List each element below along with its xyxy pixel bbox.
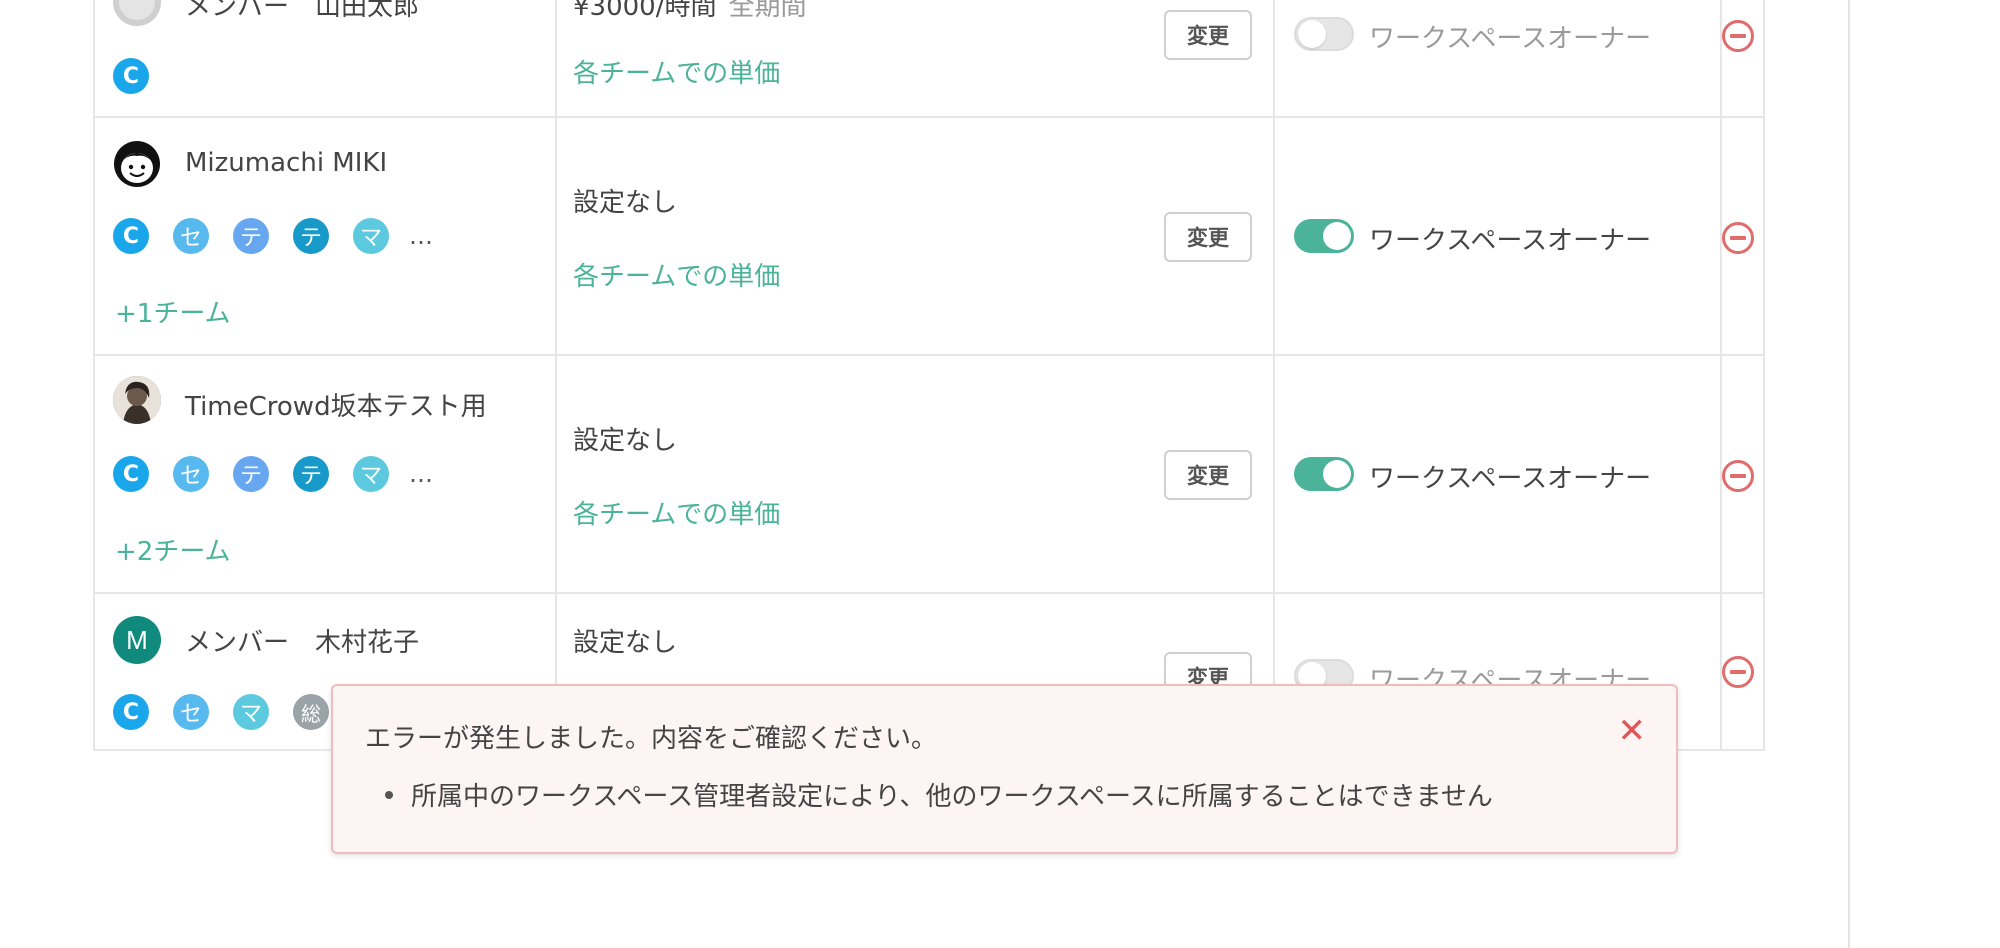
owner-toggle[interactable] bbox=[1294, 219, 1354, 253]
team-te-icon[interactable]: テ bbox=[233, 456, 269, 492]
hourly-rate-value: 設定なし bbox=[573, 188, 678, 218]
more-teams-icon[interactable]: … bbox=[409, 222, 435, 250]
hourly-rate: ¥3000/時間 全期間 bbox=[573, 0, 807, 23]
column-divider bbox=[1273, 0, 1275, 118]
team-icons: C セ テ テ マ … bbox=[113, 218, 435, 254]
extra-teams-link[interactable]: +2チーム bbox=[115, 531, 231, 568]
close-icon[interactable]: ✕ bbox=[1618, 714, 1647, 748]
avatar: M bbox=[113, 616, 161, 664]
owner-label: ワークスペースオーナー bbox=[1369, 464, 1652, 494]
remove-member-icon[interactable] bbox=[1722, 20, 1754, 52]
team-te-icon[interactable]: テ bbox=[293, 456, 329, 492]
error-list: 所属中のワークスペース管理者設定により、他のワークスペースに所属することはできま… bbox=[385, 776, 1493, 813]
team-c-icon[interactable]: C bbox=[113, 58, 149, 94]
owner-toggle[interactable] bbox=[1294, 457, 1354, 491]
team-ma-icon[interactable]: マ bbox=[353, 456, 389, 492]
change-rate-button[interactable]: 変更 bbox=[1164, 10, 1252, 60]
team-rate-link[interactable]: 各チームでの単価 bbox=[573, 494, 780, 531]
team-icons: C セ マ 総 bbox=[113, 694, 353, 730]
team-c-icon[interactable]: C bbox=[113, 694, 149, 730]
more-teams-icon[interactable]: … bbox=[409, 460, 435, 488]
hourly-rate: 設定なし bbox=[573, 622, 677, 659]
error-title: エラーが発生しました。内容をご確認ください。 bbox=[365, 724, 938, 754]
remove-member-icon[interactable] bbox=[1722, 460, 1754, 492]
team-c-icon[interactable]: C bbox=[113, 218, 149, 254]
team-se-icon[interactable]: セ bbox=[173, 218, 209, 254]
column-divider bbox=[555, 118, 557, 356]
error-toast: エラーが発生しました。内容をご確認ください。 ✕ 所属中のワークスペース管理者設… bbox=[331, 684, 1678, 854]
member-name: メンバー 山田太郎 bbox=[185, 0, 420, 22]
error-message: 所属中のワークスペース管理者設定により、他のワークスペースに所属することはできま… bbox=[385, 776, 1493, 813]
avatar bbox=[113, 376, 161, 424]
table-row: Mizumachi MIKI C セ テ テ マ … +1チーム 設定なし 各チ… bbox=[95, 116, 1763, 356]
remove-member-icon[interactable] bbox=[1722, 222, 1754, 254]
change-rate-button[interactable]: 変更 bbox=[1164, 450, 1252, 500]
remove-member-icon[interactable] bbox=[1722, 656, 1754, 688]
table-row: TimeCrowd坂本テスト用 C セ テ テ マ … +2チーム 設定なし 各… bbox=[95, 354, 1763, 594]
team-te-icon[interactable]: テ bbox=[233, 218, 269, 254]
member-table: メンバー 山田太郎 C ¥3000/時間 全期間 各チームでの単価 変更 ワークス… bbox=[93, 0, 1765, 751]
table-row: メンバー 山田太郎 C ¥3000/時間 全期間 各チームでの単価 変更 ワークス… bbox=[95, 0, 1763, 118]
team-c-icon[interactable]: C bbox=[113, 456, 149, 492]
team-rate-link[interactable]: 各チームでの単価 bbox=[573, 256, 780, 293]
photo-avatar-icon bbox=[113, 376, 161, 424]
owner-toggle[interactable] bbox=[1294, 17, 1354, 51]
team-se-icon[interactable]: セ bbox=[173, 694, 209, 730]
column-divider bbox=[1720, 0, 1722, 118]
column-divider bbox=[555, 0, 557, 118]
team-rate-link[interactable]: 各チームでの単価 bbox=[573, 53, 780, 90]
team-ma-icon[interactable]: マ bbox=[233, 694, 269, 730]
hourly-rate: 設定なし bbox=[573, 420, 677, 457]
team-se-icon[interactable]: セ bbox=[173, 456, 209, 492]
team-so-icon[interactable]: 総 bbox=[293, 694, 329, 730]
member-name: メンバー 木村花子 bbox=[185, 628, 420, 658]
hourly-rate: 設定なし bbox=[573, 182, 677, 219]
hourly-rate-period: 全期間 bbox=[728, 0, 807, 22]
extra-teams-link[interactable]: +1チーム bbox=[115, 293, 231, 330]
change-rate-button[interactable]: 変更 bbox=[1164, 212, 1252, 262]
team-te-icon[interactable]: テ bbox=[293, 218, 329, 254]
column-divider bbox=[1273, 356, 1275, 594]
avatar bbox=[113, 140, 161, 188]
hourly-rate-value: 設定なし bbox=[573, 426, 678, 456]
hourly-rate-value: 設定なし bbox=[573, 628, 678, 658]
content-right-border bbox=[1848, 0, 1850, 948]
member-name: Mizumachi MIKI bbox=[185, 148, 388, 178]
member-name: TimeCrowd坂本テスト用 bbox=[185, 392, 487, 422]
column-divider bbox=[555, 356, 557, 594]
hourly-rate-value: ¥3000/時間 bbox=[573, 0, 717, 22]
avatar bbox=[113, 0, 161, 26]
team-icons: C セ テ テ マ … bbox=[113, 456, 435, 492]
face-avatar-icon bbox=[114, 141, 160, 187]
owner-label: ワークスペースオーナー bbox=[1369, 226, 1652, 256]
team-ma-icon[interactable]: マ bbox=[353, 218, 389, 254]
team-icons: C bbox=[113, 58, 173, 94]
owner-label: ワークスペースオーナー bbox=[1369, 24, 1652, 54]
column-divider bbox=[1273, 118, 1275, 356]
